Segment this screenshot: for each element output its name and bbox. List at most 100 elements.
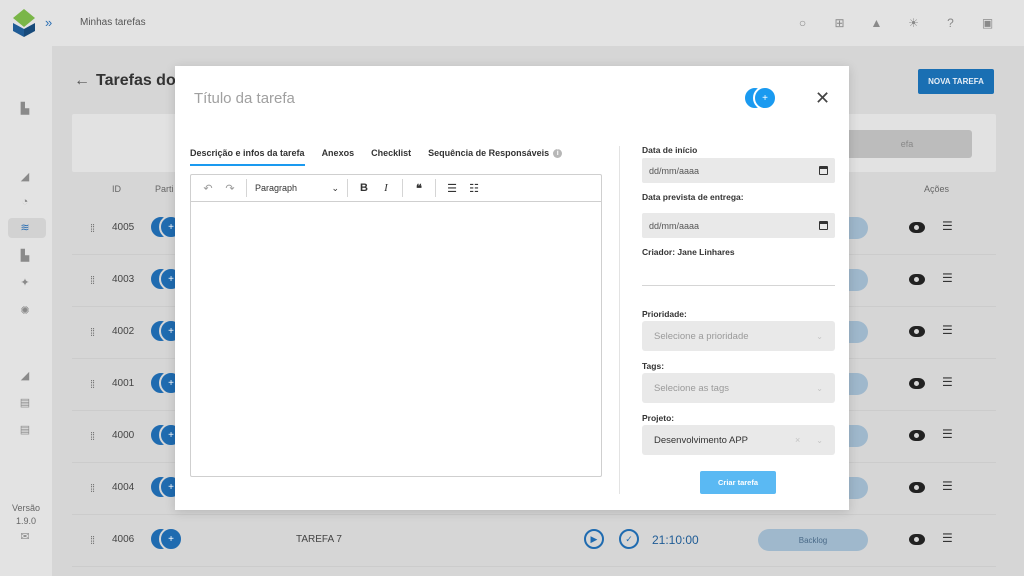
mail-icon[interactable]: ✉ — [18, 530, 32, 544]
add-assignee-icon[interactable]: + — [753, 86, 777, 110]
modal-tabs: Descrição e infos da tarefa Anexos Check… — [190, 148, 563, 166]
chevron-down-icon: ⌄ — [816, 435, 823, 445]
task-name: TAREFA 7 — [296, 534, 342, 545]
start-date-label: Data de início — [642, 145, 698, 155]
list-icon[interactable]: ☰ — [942, 531, 953, 545]
drag-handle-icon[interactable]: ⁞⁞ — [90, 223, 95, 235]
toolbar-divider — [435, 179, 436, 197]
list-icon[interactable]: ☰ — [942, 219, 953, 233]
eye-icon[interactable] — [909, 482, 925, 493]
row-id: 4002 — [112, 326, 135, 337]
blockquote-icon[interactable]: ❝ — [408, 178, 430, 198]
pin-icon[interactable]: ✦ — [18, 276, 32, 290]
editor-content-area[interactable] — [191, 202, 601, 476]
list-icon[interactable]: ☰ — [942, 479, 953, 493]
priority-placeholder: Selecione a prioridade — [654, 330, 749, 342]
column-header-actions: Ações — [924, 184, 950, 194]
divider — [642, 285, 835, 286]
bold-icon[interactable]: B — [353, 178, 375, 198]
due-date-input[interactable]: dd/mm/aaaa — [642, 213, 835, 238]
search-icon[interactable]: ○ — [794, 14, 811, 31]
eye-icon[interactable] — [909, 274, 925, 285]
list-icon[interactable]: ☰ — [942, 427, 953, 441]
pie-icon[interactable]: ◔ — [18, 195, 32, 209]
project-value: Desenvolvimento APP — [654, 434, 748, 446]
check-icon[interactable]: ✓ — [619, 529, 639, 549]
row-id: 4003 — [112, 274, 135, 285]
italic-icon[interactable]: I — [375, 178, 397, 198]
drag-handle-icon[interactable]: ⁞⁞ — [90, 483, 95, 495]
layers-icon[interactable]: ≋ — [18, 221, 32, 235]
editor-toolbar: ↶ ↷ Paragraph ⌄ B I ❝ ☰ ☷ — [191, 175, 601, 202]
chart-icon[interactable]: ◢ — [18, 170, 32, 184]
start-date-input[interactable]: dd/mm/aaaa — [642, 158, 835, 183]
toolbar-divider — [347, 179, 348, 197]
drag-handle-icon[interactable]: ⁞⁞ — [90, 431, 95, 443]
paragraph-format-select[interactable]: Paragraph ⌄ — [252, 183, 342, 194]
add-participant-icon[interactable]: + — [159, 527, 183, 551]
eye-icon[interactable] — [909, 326, 925, 337]
new-task-button[interactable]: NOVA TAREFA — [918, 69, 994, 94]
play-icon[interactable]: ▶ — [584, 529, 604, 549]
help-icon[interactable]: ? — [942, 14, 959, 31]
document-icon[interactable]: ▤ — [18, 396, 32, 410]
clear-icon[interactable]: × — [795, 435, 800, 445]
calendar-icon[interactable] — [819, 166, 828, 175]
close-icon[interactable]: ✕ — [815, 88, 830, 109]
trend-icon[interactable]: ◢ — [18, 369, 32, 383]
status-badge[interactable]: Backlog — [758, 529, 868, 551]
breadcrumb: Minhas tarefas — [80, 17, 146, 28]
dashboard-icon[interactable]: ▙ — [18, 102, 32, 116]
info-icon[interactable]: i — [553, 149, 563, 159]
column-header-id: ID — [112, 184, 121, 194]
assignees[interactable]: + — [743, 86, 781, 110]
settings-icon[interactable]: ✺ — [18, 304, 32, 318]
description-editor: ↶ ↷ Paragraph ⌄ B I ❝ ☰ ☷ — [190, 174, 602, 477]
project-label: Projeto: — [642, 413, 675, 423]
drag-handle-icon[interactable]: ⁞⁞ — [90, 379, 95, 391]
tab-responsible-sequence-label: Sequência de Responsáveis — [428, 148, 550, 158]
undo-icon[interactable]: ↶ — [197, 178, 219, 198]
tab-responsible-sequence[interactable]: Sequência de Responsáveis i — [428, 148, 563, 166]
drag-handle-icon[interactable]: ⁞⁞ — [90, 327, 95, 339]
calendar-icon[interactable] — [819, 221, 828, 230]
project-select[interactable]: Desenvolvimento APP × ⌄ — [642, 425, 835, 455]
eye-icon[interactable] — [909, 534, 925, 545]
paragraph-format-label: Paragraph — [255, 183, 298, 193]
task-title-input[interactable]: Título da tarefa — [194, 90, 295, 107]
bell-icon[interactable]: ▲ — [868, 14, 885, 31]
tab-checklist[interactable]: Checklist — [371, 148, 411, 166]
eye-icon[interactable] — [909, 430, 925, 441]
list-icon[interactable]: ☰ — [942, 271, 953, 285]
report-icon[interactable]: ▙ — [18, 249, 32, 263]
tab-attachments[interactable]: Anexos — [322, 148, 355, 166]
sun-icon[interactable]: ☀ — [905, 14, 922, 31]
drag-handle-icon[interactable]: ⁞⁞ — [90, 535, 95, 547]
filter-button[interactable]: efa — [842, 130, 972, 158]
drag-handle-icon[interactable]: ⁞⁞ — [90, 275, 95, 287]
create-task-button[interactable]: Criar tarefa — [700, 471, 776, 494]
eye-icon[interactable] — [909, 222, 925, 233]
eye-icon[interactable] — [909, 378, 925, 389]
app-logo[interactable] — [13, 9, 35, 37]
table-row[interactable]: ⁞⁞ 4006 + TAREFA 7 ▶ ✓ 21:10:00 Backlog … — [72, 515, 996, 567]
participants[interactable]: + — [149, 527, 183, 551]
redo-icon[interactable]: ↷ — [219, 178, 241, 198]
list-icon[interactable]: ☰ — [942, 375, 953, 389]
tab-description[interactable]: Descrição e infos da tarefa — [190, 148, 305, 166]
due-date-placeholder: dd/mm/aaaa — [649, 220, 700, 231]
priority-select[interactable]: Selecione a prioridade ⌄ — [642, 321, 835, 351]
new-task-modal: Título da tarefa + ✕ Descrição e infos d… — [175, 66, 849, 510]
bulleted-list-icon[interactable]: ☰ — [441, 178, 463, 198]
list-icon[interactable]: ☰ — [942, 323, 953, 337]
back-arrow-icon[interactable]: ← — [74, 72, 90, 90]
start-date-placeholder: dd/mm/aaaa — [649, 165, 700, 176]
image-icon[interactable]: ▣ — [979, 14, 996, 31]
tags-select[interactable]: Selecione as tags ⌄ — [642, 373, 835, 403]
column-header-participants: Parti — [155, 184, 174, 194]
expand-sidebar-icon[interactable]: » — [45, 15, 52, 30]
task-timer: 21:10:00 — [652, 533, 699, 547]
numbered-list-icon[interactable]: ☷ — [463, 178, 485, 198]
plus-box-icon[interactable]: ⊞ — [831, 14, 848, 31]
notes-icon[interactable]: ▤ — [18, 423, 32, 437]
